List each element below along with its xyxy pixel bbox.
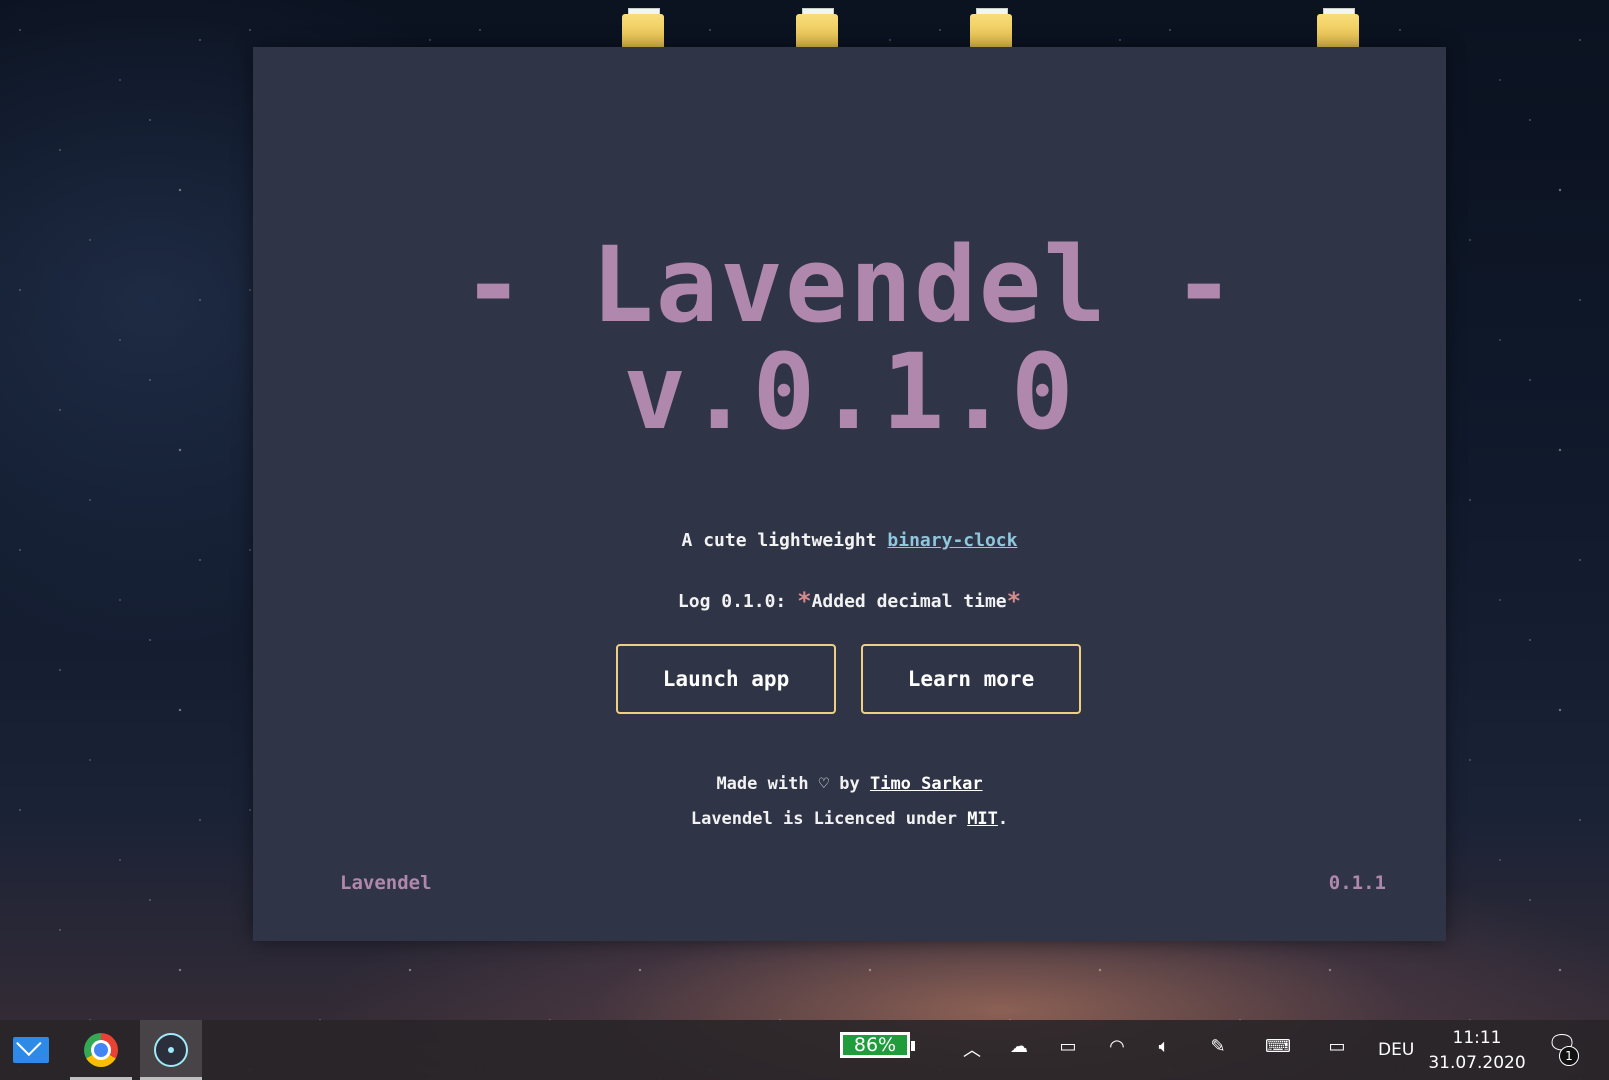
clock-date: 31.07.2020 (1428, 1053, 1526, 1073)
licence-line: Lavendel is Licenced under MIT. (253, 809, 1446, 829)
clock[interactable]: 11:11 31.07.2020 (1427, 1026, 1527, 1076)
launch-app-button[interactable]: Launch app (616, 644, 836, 714)
made-with-line: Made with ♡ by Timo Sarkar (253, 774, 1446, 794)
app-window: - Lavendel - v.0.1.0 A cute lightweight … (253, 47, 1446, 941)
taskbar-electron[interactable] (140, 1020, 202, 1080)
volume-icon[interactable]: 🔈︎ (1149, 1036, 1179, 1057)
desktop-icon[interactable] (622, 8, 664, 48)
footer-version: 0.1.1 (1328, 872, 1386, 894)
changelog: Log 0.1.0: *Added decimal time* (253, 587, 1446, 615)
electron-icon (154, 1033, 188, 1067)
taskbar: 86% ︿ ☁ ▭ ◠ 🔈︎ ✎ ⌨ ▭ DEU 11:11 31.07.202… (0, 1020, 1609, 1080)
desktop-icon[interactable] (796, 8, 838, 48)
battery-percent: 86% (853, 1034, 897, 1056)
asterisk-icon: * (1006, 587, 1022, 615)
mail-icon (13, 1037, 49, 1063)
cloud-icon[interactable]: ☁ (1004, 1036, 1034, 1057)
keyboard-icon[interactable]: ⌨ (1263, 1036, 1293, 1057)
footer-app-name: Lavendel (340, 872, 432, 894)
asterisk-icon: * (797, 587, 812, 615)
tagline: A cute lightweight binary-clock (253, 530, 1446, 551)
licence-text: Lavendel is Licenced under (690, 809, 968, 829)
wifi-icon[interactable]: ◠ (1102, 1036, 1132, 1057)
chevron-up-icon[interactable]: ︿ (957, 1036, 987, 1062)
log-text: Added decimal time (811, 591, 1007, 612)
touchpad-icon[interactable]: ▭ (1322, 1036, 1352, 1057)
binary-clock-link[interactable]: binary-clock (887, 530, 1017, 551)
app-version-title: v.0.1.0 (623, 331, 1076, 453)
notification-center[interactable]: 🗨︎ 1 (1547, 1032, 1579, 1066)
taskbar-chrome[interactable] (70, 1020, 132, 1080)
licence-period: . (997, 809, 1009, 829)
desktop-folder-icon[interactable] (1317, 8, 1359, 48)
mit-link[interactable]: MIT (967, 809, 998, 829)
battery-icon[interactable]: ▭ (1053, 1036, 1083, 1057)
chrome-icon (84, 1033, 118, 1067)
log-label: Log 0.1.0: (677, 591, 798, 612)
author-link[interactable]: Timo Sarkar (870, 774, 983, 794)
desktop-icon[interactable] (970, 8, 1012, 48)
taskbar-mail[interactable] (0, 1020, 62, 1080)
made-with-text: Made with ♡ by (716, 774, 870, 794)
clock-time: 11:11 (1452, 1028, 1502, 1048)
pen-icon[interactable]: ✎ (1203, 1036, 1233, 1057)
battery-indicator[interactable]: 86% (840, 1032, 915, 1058)
notification-badge: 1 (1559, 1046, 1579, 1066)
learn-more-button[interactable]: Learn more (861, 644, 1081, 714)
app-title: - Lavendel - (461, 224, 1238, 346)
tagline-text: A cute lightweight (681, 530, 888, 551)
input-language[interactable]: DEU (1378, 1040, 1414, 1060)
